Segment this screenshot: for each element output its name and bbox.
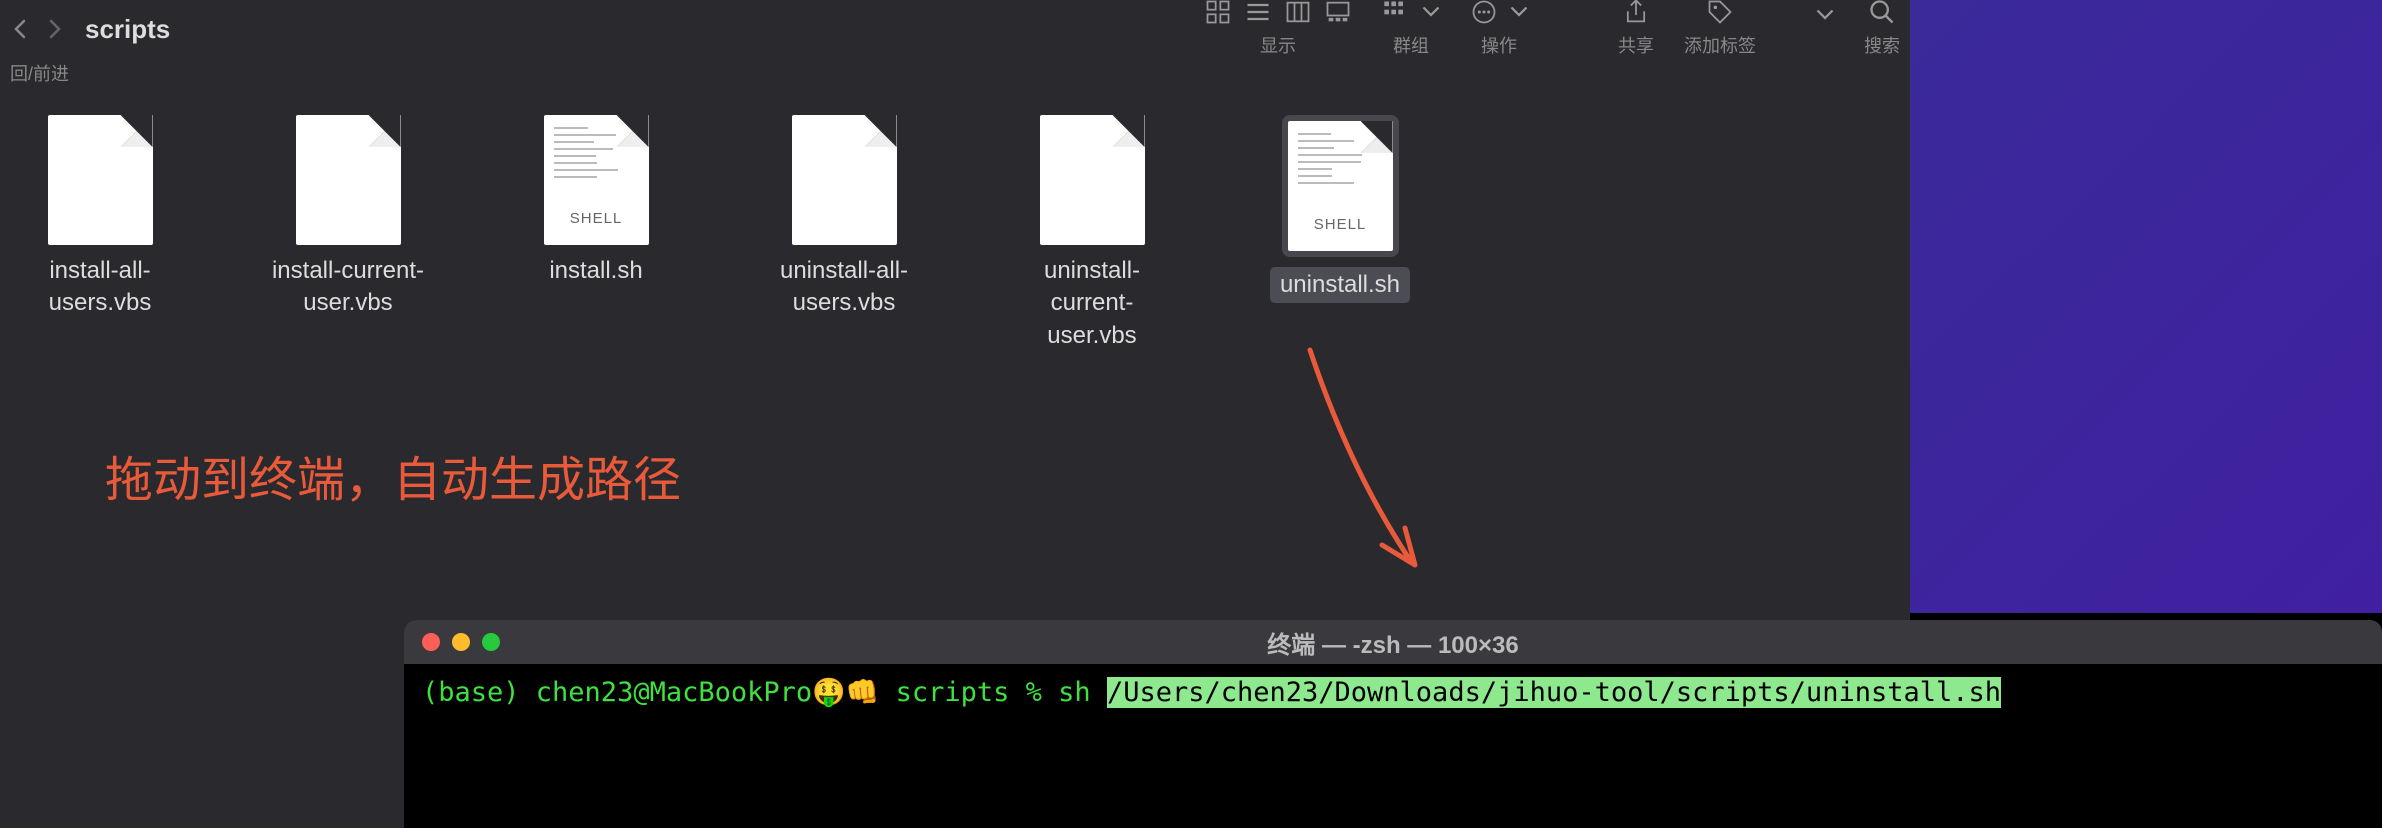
terminal-title: 终端 — -zsh — 100×36 bbox=[1267, 625, 1518, 660]
nav-label: 回/前进 bbox=[10, 60, 69, 86]
search-button[interactable] bbox=[1868, 0, 1896, 26]
terminal-path-highlight: /Users/chen23/Downloads/jihuo-tool/scrip… bbox=[1107, 677, 2001, 708]
file-name: install-all-users.vbs bbox=[20, 255, 180, 320]
file-item[interactable]: install-all-users.vbs bbox=[20, 115, 180, 352]
file-icon bbox=[792, 115, 897, 245]
file-name: uninstall-all-users.vbs bbox=[764, 255, 924, 320]
annotation-arrow bbox=[1290, 340, 1450, 590]
file-icon bbox=[1040, 115, 1145, 245]
close-button[interactable] bbox=[422, 633, 440, 651]
file-grid: install-all-users.vbs install-current-use… bbox=[0, 115, 1910, 352]
maximize-button[interactable] bbox=[482, 633, 500, 651]
toolbar-action-label: 操作 bbox=[1481, 32, 1517, 58]
view-gallery-button[interactable] bbox=[1324, 0, 1352, 26]
toolbar-group-label: 群组 bbox=[1393, 32, 1429, 58]
terminal-window: 终端 — -zsh — 100×36 (base) chen23@MacBook… bbox=[404, 620, 2382, 828]
group-button[interactable] bbox=[1382, 0, 1410, 26]
file-type-badge: SHELL bbox=[544, 210, 649, 227]
view-list-button[interactable] bbox=[1244, 0, 1272, 26]
toolbar-tags-label: 添加标签 bbox=[1684, 32, 1756, 58]
traffic-lights bbox=[422, 633, 500, 651]
file-name: uninstall-current-user.vbs bbox=[1012, 255, 1172, 352]
chevron-down-icon[interactable] bbox=[1422, 3, 1440, 21]
finder-toolbar: scripts 显示 群组 bbox=[0, 0, 1910, 58]
view-columns-button[interactable] bbox=[1284, 0, 1312, 26]
file-item[interactable]: uninstall-all-users.vbs bbox=[764, 115, 924, 352]
toolbar-display-label: 显示 bbox=[1260, 32, 1296, 58]
desktop-background bbox=[1910, 0, 2382, 620]
nav-back-button[interactable] bbox=[10, 19, 30, 39]
chevron-down-icon[interactable] bbox=[1816, 6, 1834, 24]
file-item[interactable]: SHELL uninstall.sh bbox=[1260, 115, 1420, 352]
toolbar-spacer bbox=[1822, 35, 1827, 56]
file-item[interactable]: install-current-user.vbs bbox=[268, 115, 428, 352]
terminal-titlebar[interactable]: 终端 — -zsh — 100×36 bbox=[404, 620, 2382, 664]
file-item[interactable]: SHELL install.sh bbox=[516, 115, 676, 352]
file-icon: SHELL bbox=[1282, 115, 1399, 257]
nav-forward-button[interactable] bbox=[45, 19, 65, 39]
file-type-badge: SHELL bbox=[1288, 216, 1393, 233]
view-icons-button[interactable] bbox=[1204, 0, 1232, 26]
terminal-prompt: (base) chen23@MacBookPro🤑👊 scripts % sh bbox=[422, 676, 1107, 708]
minimize-button[interactable] bbox=[452, 633, 470, 651]
file-name: uninstall.sh bbox=[1270, 267, 1410, 303]
terminal-line: (base) chen23@MacBookPro🤑👊 scripts % sh … bbox=[422, 676, 2364, 708]
file-icon bbox=[296, 115, 401, 245]
file-icon: SHELL bbox=[544, 115, 649, 245]
toolbar-share-label: 共享 bbox=[1618, 32, 1654, 58]
toolbar-search-label: 搜索 bbox=[1864, 32, 1900, 58]
file-name: install-current-user.vbs bbox=[268, 255, 428, 320]
window-title: scripts bbox=[85, 14, 170, 45]
action-button[interactable] bbox=[1470, 0, 1498, 26]
tags-button[interactable] bbox=[1706, 0, 1734, 26]
file-name: install.sh bbox=[549, 255, 642, 287]
file-item[interactable]: uninstall-current-user.vbs bbox=[1012, 115, 1172, 352]
chevron-down-icon[interactable] bbox=[1510, 3, 1528, 21]
terminal-body[interactable]: (base) chen23@MacBookPro🤑👊 scripts % sh … bbox=[404, 664, 2382, 720]
file-icon bbox=[48, 115, 153, 245]
share-button[interactable] bbox=[1622, 0, 1650, 26]
annotation-text: 拖动到终端，自动生成路径 bbox=[105, 440, 681, 510]
